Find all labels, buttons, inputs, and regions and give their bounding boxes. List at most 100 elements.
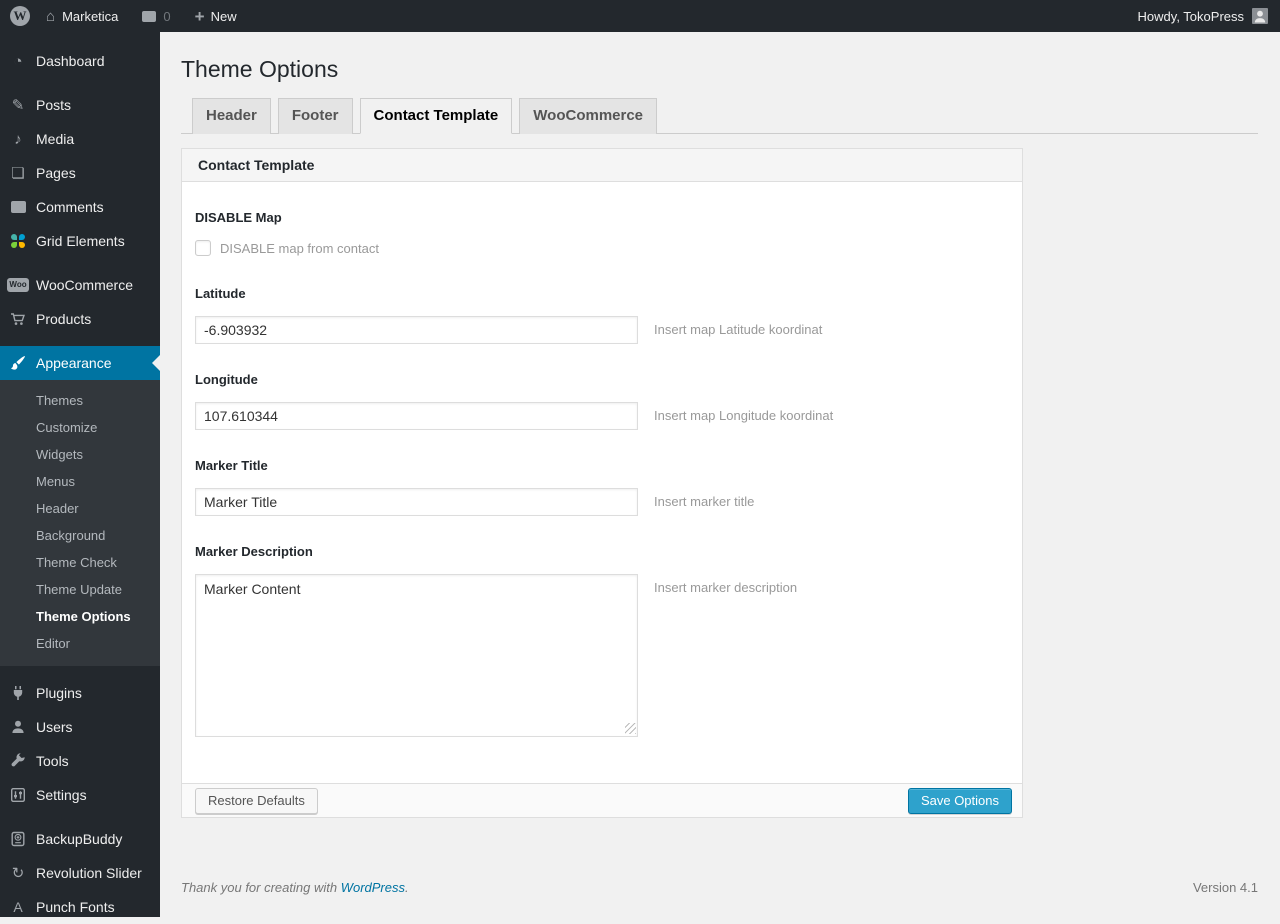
checkbox-label[interactable]: DISABLE map from contact — [220, 241, 379, 256]
sliders-icon — [8, 787, 28, 803]
howdy-user-link[interactable]: Howdy, TokoPress — [1138, 9, 1244, 24]
grid-elements-icon — [8, 234, 28, 248]
panel-body: DISABLE Map DISABLE map from contact Lat… — [182, 182, 1022, 783]
new-menu-link[interactable]: New — [211, 9, 237, 24]
posts-icon: ✎ — [11, 97, 25, 114]
panel-title: Contact Template — [182, 149, 1022, 182]
field-label: Longitude — [195, 372, 258, 387]
marker-description-field: Marker Description Marker Content Insert… — [195, 544, 1006, 737]
appearance-submenu: Themes Customize Widgets Menus Header Ba… — [0, 380, 160, 666]
sidebar-item-punch-fonts[interactable]: A Punch Fonts — [0, 890, 160, 924]
field-hint: Insert map Longitude koordinat — [654, 408, 834, 423]
sidebar-item-label: Products — [36, 311, 92, 327]
sidebar-item-label: Media — [36, 131, 75, 147]
submenu-item-theme-options[interactable]: Theme Options — [0, 603, 160, 630]
submenu-item-background[interactable]: Background — [0, 522, 160, 549]
wordpress-link[interactable]: WordPress — [341, 880, 405, 895]
sidebar-item-label: WooCommerce — [36, 277, 133, 293]
comments-bubble-icon[interactable] — [142, 10, 157, 22]
wordpress-logo-icon[interactable]: W — [10, 6, 30, 26]
admin-sidebar: ◔ Dashboard ✎ Posts ♪ Media ❏ Pages Comm… — [0, 32, 160, 917]
thanks-prefix: Thank you for creating with — [181, 880, 341, 895]
restore-defaults-button[interactable]: Restore Defaults — [195, 787, 318, 814]
sidebar-item-dashboard[interactable]: ◔ Dashboard — [0, 44, 160, 78]
sidebar-item-label: Comments — [36, 199, 104, 215]
thanks-suffix: . — [405, 880, 409, 895]
cart-icon — [8, 311, 28, 327]
sidebar-item-posts[interactable]: ✎ Posts — [0, 88, 160, 122]
longitude-field: Longitude Insert map Longitude koordinat — [195, 372, 1006, 430]
sidebar-item-label: Tools — [36, 753, 69, 769]
submenu-item-customize[interactable]: Customize — [0, 414, 160, 441]
plugin-icon — [8, 685, 28, 701]
sidebar-item-label: Users — [36, 719, 73, 735]
plus-icon[interactable]: + — [195, 8, 205, 25]
submenu-item-themes[interactable]: Themes — [0, 387, 160, 414]
sidebar-item-appearance[interactable]: Appearance — [0, 346, 160, 380]
sidebar-item-label: Pages — [36, 165, 76, 181]
sidebar-item-label: Settings — [36, 787, 87, 803]
dashboard-icon: ◔ — [13, 52, 23, 70]
media-icon: ♪ — [14, 130, 22, 148]
refresh-icon: ↻ — [11, 865, 25, 882]
sidebar-item-media[interactable]: ♪ Media — [0, 122, 160, 156]
sidebar-item-label: Grid Elements — [36, 233, 125, 249]
sidebar-item-label: Appearance — [36, 355, 112, 371]
tab-woocommerce[interactable]: WooCommerce — [519, 98, 658, 134]
sidebar-item-products[interactable]: Products — [0, 302, 160, 336]
field-hint: Insert marker description — [654, 580, 798, 595]
sidebar-item-backupbuddy[interactable]: BackupBuddy — [0, 822, 160, 856]
submenu-item-theme-check[interactable]: Theme Check — [0, 549, 160, 576]
latitude-field: Latitude Insert map Latitude koordinat — [195, 286, 1006, 344]
save-options-button[interactable]: Save Options — [907, 787, 1012, 814]
site-name-link[interactable]: Marketica — [62, 9, 118, 24]
sidebar-item-comments[interactable]: Comments — [0, 190, 160, 224]
disable-map-checkbox[interactable] — [195, 240, 211, 256]
sidebar-item-label: BackupBuddy — [36, 831, 123, 847]
submenu-item-editor[interactable]: Editor — [0, 630, 160, 657]
comment-count[interactable]: 0 — [163, 9, 170, 24]
field-label: DISABLE Map — [195, 210, 282, 225]
sidebar-item-settings[interactable]: Settings — [0, 778, 160, 812]
tab-contact-template[interactable]: Contact Template — [359, 98, 513, 134]
version-text: Version 4.1 — [1192, 880, 1258, 895]
sidebar-item-plugins[interactable]: Plugins — [0, 676, 160, 710]
home-icon[interactable]: ⌂ — [46, 8, 55, 25]
marker-title-field: Marker Title Insert marker title — [195, 458, 1006, 516]
sidebar-item-label: Posts — [36, 97, 72, 113]
sidebar-item-users[interactable]: Users — [0, 710, 160, 744]
sidebar-item-grid-elements[interactable]: Grid Elements — [0, 224, 160, 258]
options-panel: Contact Template DISABLE Map DISABLE map… — [181, 148, 1023, 818]
field-label: Marker Title — [195, 458, 268, 473]
submenu-item-widgets[interactable]: Widgets — [0, 441, 160, 468]
field-label: Latitude — [195, 286, 246, 301]
field-hint: Insert map Latitude koordinat — [654, 322, 823, 337]
sidebar-item-label: Dashboard — [36, 53, 105, 69]
sidebar-item-label: Revolution Slider — [36, 865, 142, 881]
user-avatar[interactable] — [1252, 8, 1268, 24]
submenu-item-header[interactable]: Header — [0, 495, 160, 522]
main-content: Theme Options Header Footer Contact Temp… — [160, 32, 1280, 917]
marker-title-input[interactable] — [195, 488, 638, 516]
sidebar-item-revolution-slider[interactable]: ↻ Revolution Slider — [0, 856, 160, 890]
disable-map-field: DISABLE Map DISABLE map from contact — [195, 210, 1006, 256]
tab-header[interactable]: Header — [192, 98, 271, 134]
field-label: Marker Description — [195, 544, 313, 559]
tab-bar: Header Footer Contact Template WooCommer… — [181, 98, 1258, 134]
sidebar-item-pages[interactable]: ❏ Pages — [0, 156, 160, 190]
page-footer: Thank you for creating with WordPress. V… — [181, 880, 1258, 895]
latitude-input[interactable] — [195, 316, 638, 344]
sidebar-item-tools[interactable]: Tools — [0, 744, 160, 778]
tab-footer[interactable]: Footer — [277, 98, 353, 134]
sidebar-item-woocommerce[interactable]: Woo WooCommerce — [0, 268, 160, 302]
marker-description-textarea[interactable]: Marker Content — [195, 574, 638, 737]
submenu-item-theme-update[interactable]: Theme Update — [0, 576, 160, 603]
panel-footer: Restore Defaults Save Options — [182, 783, 1022, 817]
woocommerce-icon: Woo — [7, 278, 29, 292]
submenu-item-menus[interactable]: Menus — [0, 468, 160, 495]
page-title: Theme Options — [181, 56, 339, 82]
footer-thanks-text: Thank you for creating with WordPress. — [181, 880, 409, 895]
wrench-icon — [8, 753, 28, 769]
longitude-input[interactable] — [195, 402, 638, 430]
sidebar-item-label: Plugins — [36, 685, 82, 701]
